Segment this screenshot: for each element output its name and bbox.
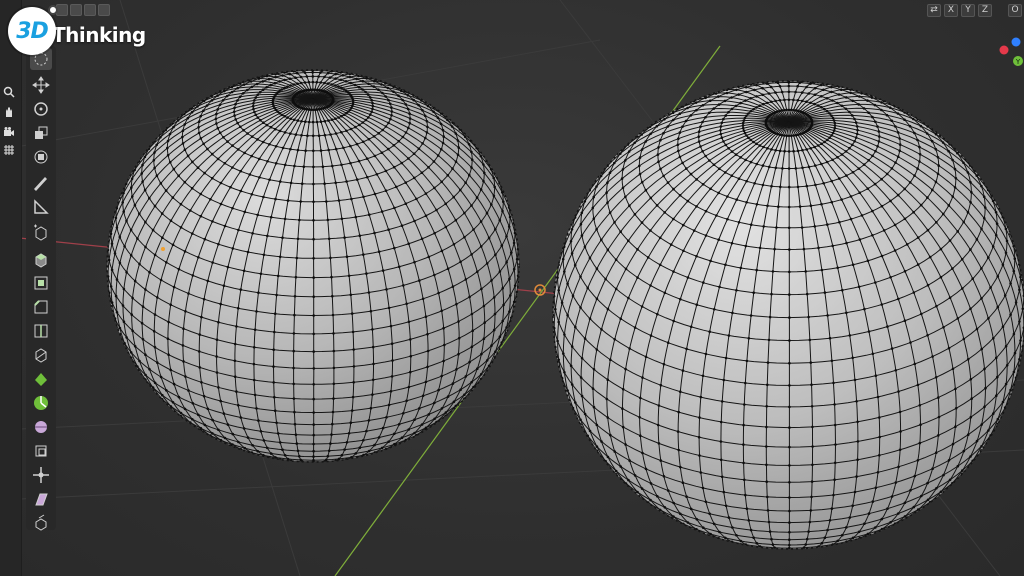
sphere-left[interactable] [106, 69, 520, 463]
smooth-icon[interactable] [30, 416, 52, 438]
poly-build-icon[interactable] [30, 368, 52, 390]
loop-cut-icon[interactable] [30, 320, 52, 342]
rotate-icon[interactable] [30, 98, 52, 120]
shrink-fatten-icon[interactable] [30, 464, 52, 486]
inset-icon[interactable] [30, 272, 52, 294]
knife-icon[interactable] [30, 344, 52, 366]
grid-icon[interactable] [1, 142, 17, 158]
selected-vertex-marker [161, 247, 165, 251]
logo-badge: 3D [8, 5, 58, 55]
extrude-icon[interactable] [30, 248, 52, 270]
move-icon[interactable] [30, 74, 52, 96]
mirror-axis-toggles: ⇄ X Y Z [927, 4, 992, 17]
transform-icon[interactable] [30, 146, 52, 168]
sphere-right[interactable] [552, 80, 1024, 550]
scale-icon[interactable] [30, 122, 52, 144]
gizmo-x-dot [999, 45, 1009, 55]
navigation-gizmo[interactable]: Y [998, 36, 1024, 76]
zoom-icon[interactable] [1, 84, 17, 100]
measure-icon[interactable] [30, 196, 52, 218]
shear-icon[interactable] [30, 488, 52, 510]
logo-text: Thinking [52, 23, 146, 47]
tool-shelf [26, 46, 56, 531]
channel-logo: 3D Thinking [8, 5, 146, 56]
3d-viewport[interactable] [0, 0, 1024, 576]
rip-icon[interactable] [30, 512, 52, 534]
logo-mark: 3D [16, 18, 49, 44]
axis-z-toggle[interactable]: Z [978, 4, 992, 17]
bevel-icon[interactable] [30, 296, 52, 318]
mirror-options-icon[interactable]: ⇄ [927, 4, 941, 17]
scene-canvas[interactable] [0, 0, 1024, 576]
logo-dot [48, 5, 58, 15]
edge-slide-icon[interactable] [30, 440, 52, 462]
pan-icon[interactable] [1, 104, 17, 120]
left-navigation-strip [0, 0, 22, 576]
axis-y-toggle[interactable]: Y [961, 4, 975, 17]
overlay-options-button[interactable]: O [1008, 4, 1022, 17]
camera-icon[interactable] [1, 124, 17, 140]
add-cube-icon[interactable] [30, 222, 52, 244]
annotate-icon[interactable] [30, 172, 52, 194]
axis-x-toggle[interactable]: X [944, 4, 958, 17]
svg-text:Y: Y [1015, 58, 1021, 66]
spin-icon[interactable] [30, 392, 52, 414]
gizmo-z-dot [1011, 37, 1021, 47]
